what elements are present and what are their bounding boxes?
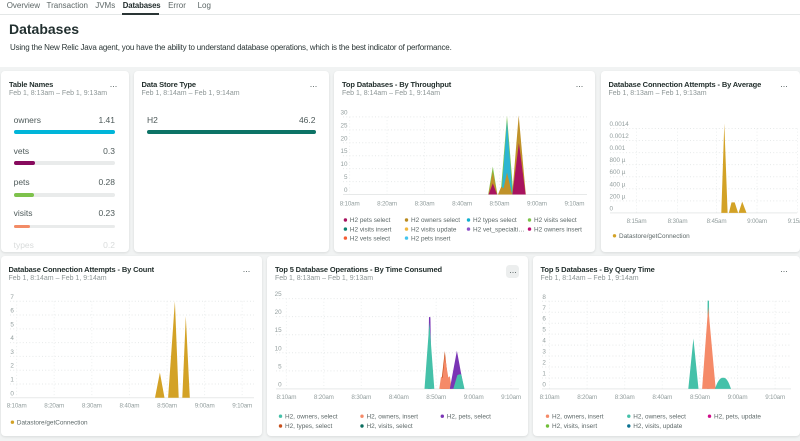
- svg-text:8:40am: 8:40am: [452, 200, 472, 207]
- svg-text:2: 2: [542, 359, 546, 366]
- svg-text:9:10am: 9:10am: [765, 394, 785, 401]
- svg-text:H2 owners select: H2 owners select: [411, 217, 460, 224]
- svg-text:8:50am: 8:50am: [490, 200, 510, 207]
- svg-text:8:30am: 8:30am: [415, 200, 435, 207]
- svg-text:6: 6: [542, 315, 546, 322]
- svg-text:600 µ: 600 µ: [609, 169, 625, 176]
- svg-text:9:00am: 9:00am: [194, 402, 214, 409]
- svg-text:Datastore/getConnection: Datastore/getConnection: [16, 419, 87, 426]
- svg-text:8:30am: 8:30am: [667, 217, 687, 224]
- svg-text:0: 0: [278, 381, 282, 388]
- svg-text:25: 25: [275, 291, 283, 298]
- svg-text:8:40am: 8:40am: [389, 394, 409, 401]
- svg-text:9:10am: 9:10am: [232, 402, 252, 409]
- svg-text:800 µ: 800 µ: [609, 157, 625, 164]
- svg-text:9:15am: 9:15am: [787, 217, 799, 224]
- svg-text:3: 3: [10, 348, 14, 355]
- svg-text:8:10am: 8:10am: [276, 394, 296, 401]
- svg-text:6: 6: [10, 307, 14, 314]
- svg-text:H2 owners insert: H2 owners insert: [534, 226, 582, 233]
- svg-text:H2 visits insert: H2 visits insert: [350, 226, 392, 233]
- svg-text:9:00am: 9:00am: [464, 394, 484, 401]
- svg-text:9:10am: 9:10am: [501, 394, 521, 401]
- svg-text:5: 5: [344, 174, 348, 181]
- svg-text:8:20am: 8:20am: [377, 200, 397, 207]
- svg-text:H2 vets select: H2 vets select: [350, 235, 390, 242]
- svg-text:20: 20: [340, 135, 348, 142]
- svg-text:5: 5: [10, 321, 14, 328]
- svg-text:H2, owners, insert: H2, owners, insert: [367, 413, 419, 420]
- svg-text:8:20am: 8:20am: [44, 402, 64, 409]
- svg-text:H2, visits, select: H2, visits, select: [367, 423, 413, 430]
- svg-text:H2, owners, select: H2, owners, select: [633, 413, 686, 420]
- svg-text:20: 20: [275, 309, 283, 316]
- svg-text:0: 0: [609, 205, 613, 212]
- svg-text:8:10am: 8:10am: [539, 394, 559, 401]
- svg-text:H2 visits update: H2 visits update: [411, 226, 457, 233]
- svg-text:H2, owners, insert: H2, owners, insert: [552, 413, 604, 420]
- svg-text:3: 3: [542, 348, 546, 355]
- svg-text:25: 25: [340, 122, 348, 129]
- svg-text:H2, pets, update: H2, pets, update: [714, 413, 761, 420]
- svg-text:Datastore/getConnection: Datastore/getConnection: [619, 233, 690, 240]
- svg-text:7: 7: [10, 293, 14, 300]
- svg-text:8:30am: 8:30am: [351, 394, 371, 401]
- svg-text:H2 pets select: H2 pets select: [350, 217, 391, 224]
- svg-text:8:30am: 8:30am: [81, 402, 101, 409]
- svg-text:H2, visits, insert: H2, visits, insert: [552, 423, 597, 430]
- svg-text:8: 8: [542, 293, 546, 300]
- svg-text:9:00am: 9:00am: [727, 394, 747, 401]
- svg-text:7: 7: [542, 304, 546, 311]
- svg-text:4: 4: [10, 335, 14, 342]
- svg-text:H2 vet_specialti…: H2 vet_specialti…: [473, 226, 525, 233]
- svg-text:0.0012: 0.0012: [609, 133, 629, 140]
- svg-text:200 µ: 200 µ: [609, 193, 625, 200]
- svg-text:5: 5: [278, 363, 282, 370]
- svg-text:0.0014: 0.0014: [609, 120, 629, 127]
- svg-text:1: 1: [10, 376, 14, 383]
- svg-text:H2, visits, update: H2, visits, update: [633, 423, 682, 430]
- svg-text:8:50am: 8:50am: [157, 402, 177, 409]
- svg-text:8:20am: 8:20am: [577, 394, 597, 401]
- svg-text:8:20am: 8:20am: [314, 394, 334, 401]
- svg-text:H2, types, select: H2, types, select: [285, 423, 332, 430]
- svg-text:8:15am: 8:15am: [626, 217, 646, 224]
- svg-text:1: 1: [542, 370, 546, 377]
- svg-text:9:10am: 9:10am: [564, 200, 584, 207]
- svg-text:H2, owners, select: H2, owners, select: [285, 413, 338, 420]
- svg-text:8:40am: 8:40am: [652, 394, 672, 401]
- svg-text:0: 0: [344, 187, 348, 194]
- svg-text:0: 0: [10, 390, 14, 397]
- svg-text:8:10am: 8:10am: [6, 402, 26, 409]
- svg-text:H2 visits select: H2 visits select: [534, 217, 577, 224]
- svg-text:0: 0: [542, 381, 546, 388]
- svg-text:8:30am: 8:30am: [614, 394, 634, 401]
- svg-text:15: 15: [275, 327, 283, 334]
- svg-text:10: 10: [340, 161, 348, 168]
- svg-text:H2 pets insert: H2 pets insert: [411, 235, 451, 242]
- svg-text:2: 2: [10, 362, 14, 369]
- svg-text:4: 4: [542, 337, 546, 344]
- svg-text:8:40am: 8:40am: [119, 402, 139, 409]
- svg-text:8:50am: 8:50am: [426, 394, 446, 401]
- svg-text:H2, pets, select: H2, pets, select: [447, 413, 491, 420]
- svg-text:30: 30: [340, 109, 348, 116]
- svg-text:15: 15: [340, 148, 348, 155]
- svg-text:5: 5: [542, 326, 546, 333]
- svg-text:8:45am: 8:45am: [706, 217, 726, 224]
- svg-text:H2 types select: H2 types select: [473, 217, 517, 224]
- svg-text:10: 10: [275, 345, 283, 352]
- svg-text:0.001: 0.001: [609, 145, 625, 152]
- svg-text:8:50am: 8:50am: [689, 394, 709, 401]
- svg-text:8:10am: 8:10am: [340, 200, 360, 207]
- svg-text:9:00am: 9:00am: [747, 217, 767, 224]
- svg-text:400 µ: 400 µ: [609, 181, 625, 188]
- svg-text:9:00am: 9:00am: [527, 200, 547, 207]
